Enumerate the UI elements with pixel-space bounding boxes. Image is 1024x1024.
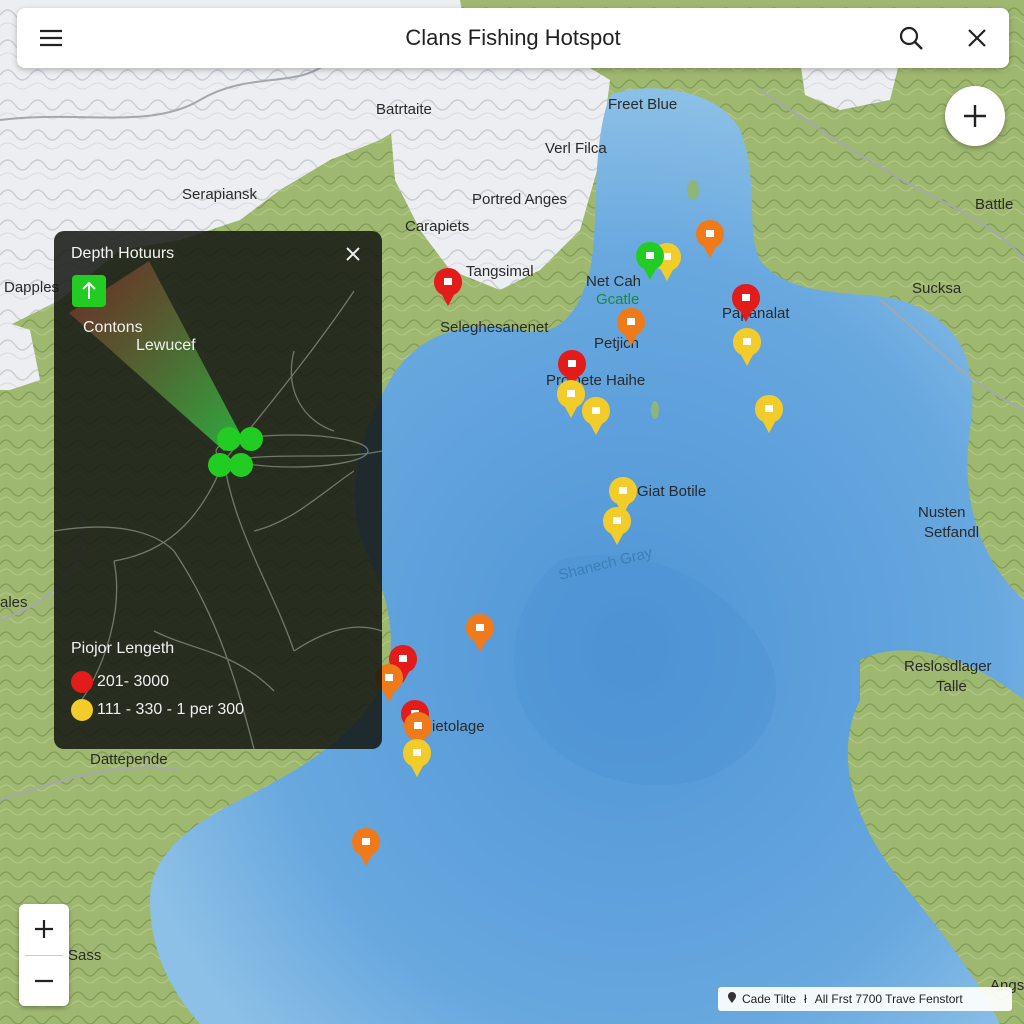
- map-label-serapiansk: Serapiansk: [182, 186, 258, 203]
- legend-title: Piojor Lengeth: [71, 640, 175, 657]
- map-label-sucksa: Sucksa: [912, 280, 962, 297]
- map-label-gcatle: Gcatle: [596, 291, 639, 308]
- map-label-dapples: Dapples: [4, 279, 59, 296]
- zoom-in-icon: [35, 920, 53, 938]
- app-title: Clans Fishing Hotspot: [405, 25, 621, 50]
- zoom-control: [19, 904, 69, 1006]
- green-marker-icon[interactable]: [72, 275, 106, 307]
- zoom-out-icon: [35, 979, 53, 983]
- map-source-icon: [728, 992, 736, 1003]
- map-label-carapiets: Carapiets: [405, 218, 469, 235]
- close-icon[interactable]: [957, 18, 997, 58]
- map-label-battle: Battle: [975, 196, 1013, 213]
- legend-row-yellow: 111 - 330 - 1 per 300: [71, 698, 244, 722]
- map-label-sass: Sass: [68, 947, 101, 964]
- map-label-talle: Talle: [936, 678, 967, 695]
- overlay-title: Depth Hotuurs: [71, 245, 175, 262]
- attribution-left[interactable]: Cade Tilte: [742, 992, 796, 1006]
- attribution-separator: ł: [804, 992, 807, 1006]
- legend-row-red: 201- 3000: [71, 670, 169, 694]
- overlay-close-icon[interactable]: [340, 241, 366, 267]
- map-label-seleghesanenet: Seleghesanenet: [440, 319, 549, 336]
- map-label-ales: ales: [0, 594, 28, 611]
- legend-label: 201- 3000: [97, 673, 170, 690]
- zoom-out-button[interactable]: [19, 956, 69, 1006]
- map-label-giat-botile: Giat Botile: [637, 483, 706, 500]
- attribution-right[interactable]: All Frst 7700 Trave Fenstort: [815, 992, 963, 1006]
- top-app-bar: Clans Fishing Hotspot: [17, 8, 1009, 68]
- map-label-nusten: Nusten: [918, 504, 966, 521]
- map-label-ietolage: ietolage: [432, 718, 485, 735]
- overlay-label-lewucef: Lewucef: [136, 337, 196, 354]
- plus-icon: [964, 105, 986, 127]
- map-attribution: Cade Tilte ł All Frst 7700 Trave Fenstort: [718, 987, 1012, 1011]
- map-label-net-cah: Net Cah: [586, 273, 641, 290]
- map-label-tangsimal: Tangsimal: [466, 263, 534, 280]
- red-dot-icon: [71, 670, 93, 693]
- map-label-batrtaite: Batrtaite: [376, 101, 432, 118]
- map-label-portred-anges: Portred Anges: [472, 191, 567, 208]
- map-label-reslosdlager: Reslosdlager: [904, 658, 992, 675]
- yellow-dot-icon: [71, 698, 93, 721]
- map-label-setfandl: Setfandl: [924, 524, 979, 541]
- add-button[interactable]: [945, 86, 1005, 146]
- map-label-freet-blue: Freet Blue: [608, 96, 677, 113]
- overlay-label-contons: Contons: [83, 319, 143, 336]
- zoom-in-button[interactable]: [19, 904, 69, 954]
- map-label-dattepende: Dattepende: [90, 751, 168, 768]
- map-label-verl-filca: Verl Filca: [545, 140, 607, 157]
- search-icon[interactable]: [891, 18, 931, 58]
- depth-overlay-panel: Depth Hotuurs Contons Lewucef Piojor Len…: [54, 231, 382, 749]
- legend-label: 111 - 330 - 1 per 300: [97, 701, 245, 718]
